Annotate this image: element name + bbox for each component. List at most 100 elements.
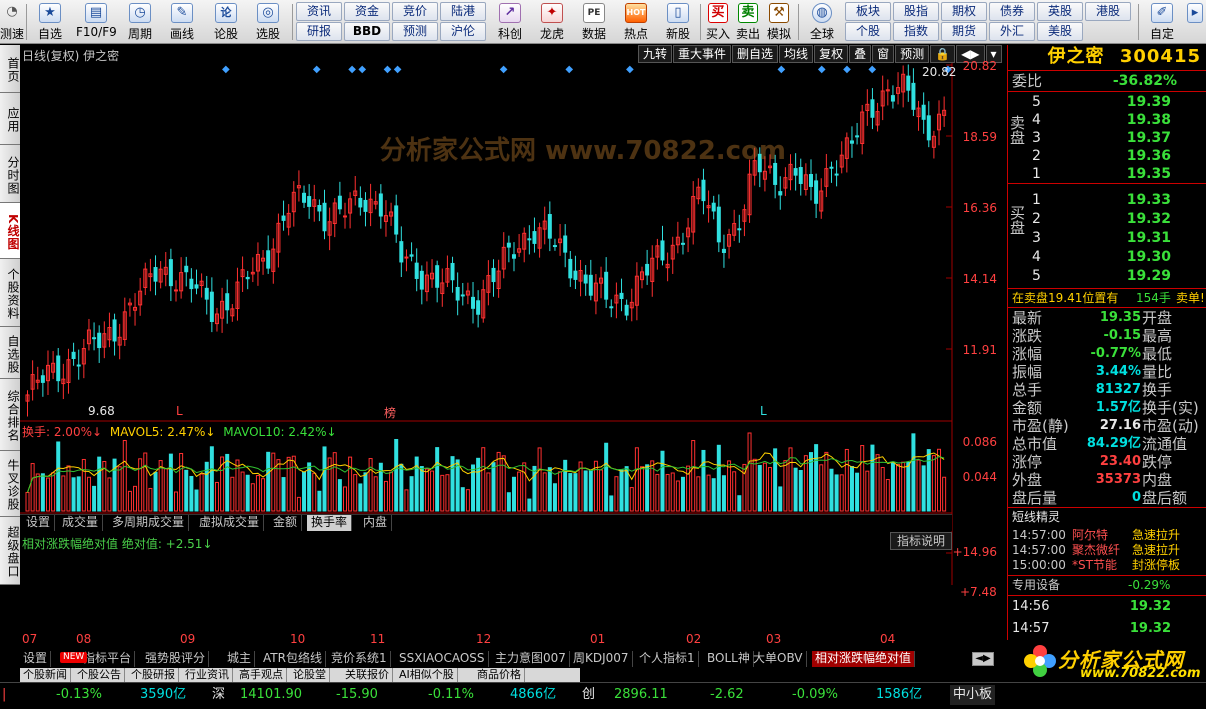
formula-tab[interactable]: 指标平台 <box>80 651 136 667</box>
formula-tab[interactable]: 强势股评分 <box>142 651 210 667</box>
tab-turnover[interactable]: 换手率 <box>307 515 353 531</box>
spirit-item[interactable]: 14:57:00 阿尔特 急速拉升 <box>1008 528 1206 543</box>
formula-tab[interactable]: 个人指标1 <box>636 651 699 667</box>
tab-volume[interactable]: 成交量 <box>58 515 104 531</box>
auction-button[interactable]: 竞价 <box>392 2 438 21</box>
info-tab[interactable]: 个股新闻 <box>20 668 71 682</box>
tab-virtual-volume[interactable]: 虚拟成交量 <box>195 515 265 531</box>
tab-indicator-settings[interactable]: 设置 <box>22 515 56 531</box>
custom-button[interactable]: ✐ 自定 <box>1144 2 1180 42</box>
tab-apps[interactable]: 应用 <box>0 93 20 145</box>
hk-stocks-button[interactable]: 港股 <box>1085 2 1131 21</box>
tab-inner-volume[interactable]: 内盘 <box>359 515 393 531</box>
sh-london-button[interactable]: 沪伦 <box>440 22 486 41</box>
sector-button[interactable]: 板块 <box>845 2 891 21</box>
bid-level-row[interactable]: 3 19.31 <box>1008 229 1206 247</box>
formula-tab[interactable]: ATR包络线 <box>260 651 326 667</box>
formula-tab[interactable]: 相对涨跌幅绝对值 <box>812 651 916 667</box>
ask-level-row[interactable]: 5 19.39 <box>1008 93 1206 111</box>
bid-level-row[interactable]: 4 19.30 <box>1008 248 1206 266</box>
discuss-button[interactable]: 论 论股 <box>208 2 244 42</box>
formula-tab[interactable]: 竞价系统1 <box>328 651 391 667</box>
info-tab[interactable]: 个股公告 <box>74 668 125 682</box>
watchlist-button[interactable]: ★ 自选 <box>32 2 68 42</box>
tabs-scroll-button[interactable]: ◄▶ <box>972 652 994 666</box>
speedtest-button[interactable]: ◔ 测速 <box>0 2 24 42</box>
bbd-button[interactable]: BBD <box>344 22 390 41</box>
sell-button[interactable]: 卖 卖出 <box>734 2 762 42</box>
bid-level-row[interactable]: 1 19.33 <box>1008 191 1206 209</box>
moving-average-button[interactable]: 均线 <box>779 45 814 63</box>
tab-kline[interactable]: K线图 <box>0 203 20 259</box>
tab-multi-period-volume[interactable]: 多周期成交量 <box>108 515 190 531</box>
hk-connect-button[interactable]: 陆港 <box>440 2 486 21</box>
ask-level-row[interactable]: 1 19.35 <box>1008 165 1206 183</box>
info-tab[interactable]: 论股堂 <box>290 668 330 682</box>
f10-button[interactable]: ▤ F10/F9 <box>76 2 117 42</box>
info-tab[interactable]: 关联报价 <box>342 668 393 682</box>
formula-tab[interactable]: BOLL神 <box>704 651 754 667</box>
info-tab[interactable]: AI相似个股 <box>396 668 458 682</box>
stock-index-button[interactable]: 股指 <box>893 2 939 21</box>
tab-ranking[interactable]: 综合排名 <box>0 379 20 451</box>
tab-amount[interactable]: 金额 <box>269 515 303 531</box>
forex-button[interactable]: 外汇 <box>989 22 1035 41</box>
research-button[interactable]: 研报 <box>296 22 342 41</box>
single-stock-button[interactable]: 个股 <box>845 22 891 41</box>
select-stock-button[interactable]: ◎ 选股 <box>250 2 286 42</box>
tab-home[interactable]: 首页 <box>0 45 20 93</box>
draw-line-button[interactable]: ✎ 画线 <box>164 2 200 42</box>
bid-level-row[interactable]: 5 19.29 <box>1008 267 1206 285</box>
spirit-item[interactable]: 14:57:00 聚杰微纤 急速拉升 <box>1008 543 1206 558</box>
period-button[interactable]: ◷ 周期 <box>122 2 158 42</box>
formula-tab[interactable]: 设置 <box>20 651 52 667</box>
simulate-button[interactable]: ⚒ 模拟 <box>764 2 794 42</box>
formula-tab[interactable]: 大单OBV <box>750 651 807 667</box>
lock-icon[interactable]: 🔒 <box>930 45 956 63</box>
data-button[interactable]: PE 数据 <box>576 2 612 42</box>
formula-tab[interactable]: 城主 <box>224 651 256 667</box>
news-button[interactable]: 资讯 <box>296 2 342 21</box>
funds-button[interactable]: 资金 <box>344 2 390 21</box>
overlay-button[interactable]: 叠 <box>849 45 872 63</box>
formula-tab[interactable]: SSXIAOCAOSS <box>396 651 489 667</box>
info-tab[interactable]: 行业资讯 <box>182 668 233 682</box>
ask-level-row[interactable]: 2 19.36 <box>1008 147 1206 165</box>
window-button[interactable]: 窗 <box>872 45 895 63</box>
futures-button[interactable]: 期货 <box>941 22 987 41</box>
options-button[interactable]: 期权 <box>941 2 987 21</box>
uk-stocks-button[interactable]: 英股 <box>1037 2 1083 21</box>
tab-timeshare[interactable]: 分时图 <box>0 145 20 203</box>
us-stocks-button[interactable]: 美股 <box>1037 22 1083 41</box>
formula-tab[interactable]: 周KDJ007 <box>570 651 633 667</box>
sme-board-button[interactable]: 中小板 <box>950 685 996 705</box>
bid-level-row[interactable]: 2 19.32 <box>1008 210 1206 228</box>
predict-button[interactable]: 预测 <box>895 45 930 63</box>
ipo-button[interactable]: ▯ 新股 <box>660 2 696 42</box>
global-button[interactable]: ◍ 全球 <box>804 2 840 42</box>
indicator-help-button[interactable]: 指标说明 <box>890 532 953 550</box>
tab-stock-profile[interactable]: 个股资料 <box>0 259 20 327</box>
ask-level-row[interactable]: 4 19.38 <box>1008 111 1206 129</box>
kline-chart-area[interactable]: ◆ ◆ ◆ ◆ ◆ ◆ ◆ ◆ ◆ ◆ ◆ ◆ ◆ ◆ 分析家公式网 www.70822.com 日线(复… <box>20 45 1005 646</box>
remove-watchlist-button[interactable]: 删自选 <box>732 45 779 63</box>
tab-diagnose[interactable]: 牛叉诊股 <box>0 451 20 517</box>
dragon-tiger-button[interactable]: ✦ 龙虎 <box>534 2 570 42</box>
tab-super-board[interactable]: 超级盘口 <box>0 517 20 585</box>
nine-turn-button[interactable]: 九转 <box>638 45 673 63</box>
info-tab[interactable]: 高手观点 <box>236 668 287 682</box>
major-events-button[interactable]: 重大事件 <box>673 45 732 63</box>
hot-button[interactable]: HOT 热点 <box>618 2 654 42</box>
adjust-button[interactable]: 复权 <box>814 45 849 63</box>
tab-watchlist[interactable]: 自选股 <box>0 327 20 379</box>
toolbar-more-button[interactable]: ▸ <box>1186 2 1204 42</box>
spirit-item[interactable]: 15:00:00 *ST节能 封涨停板 <box>1008 558 1206 573</box>
kechuang-button[interactable]: ↗ 科创 <box>492 2 528 42</box>
kline-chart-canvas[interactable]: ◆ ◆ ◆ ◆ ◆ ◆ ◆ ◆ ◆ ◆ ◆ ◆ ◆ ◆ <box>20 45 1005 585</box>
bonds-button[interactable]: 债券 <box>989 2 1035 21</box>
ask-level-row[interactable]: 3 19.37 <box>1008 129 1206 147</box>
buy-button[interactable]: 买 买入 <box>704 2 732 42</box>
index-button[interactable]: 指数 <box>893 22 939 41</box>
formula-tab[interactable]: 主力意图007 <box>492 651 570 667</box>
info-tab[interactable]: 商品价格 <box>474 668 525 682</box>
